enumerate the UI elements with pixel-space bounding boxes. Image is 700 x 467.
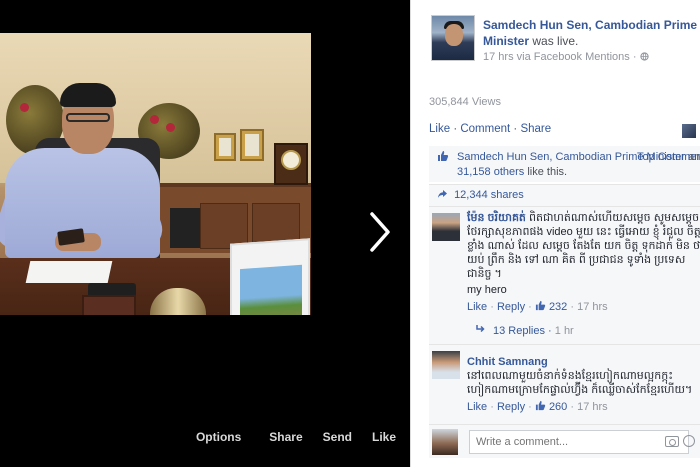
video-desk-calendar <box>230 238 310 315</box>
comment-item: Chhit Samnang នៅពេលណាមួយចំនាក់ទំនងខ្មែរហ… <box>429 344 700 424</box>
comment-body: ម៉ែន ចរិយាគត់ ពិតជាហត់ណាស់ហើយសម្ដេច សូមស… <box>467 211 700 314</box>
video-flower <box>166 123 175 132</box>
meta-separator: · <box>632 51 637 63</box>
comment-composer <box>429 424 700 458</box>
video-paper <box>25 261 113 283</box>
view-count: 305,844 Views <box>429 96 501 108</box>
video-person-glasses <box>66 113 110 122</box>
options-button[interactable]: Options <box>196 430 241 444</box>
commenter-avatar[interactable] <box>432 213 460 241</box>
video-clock <box>274 143 308 185</box>
video-player[interactable] <box>0 33 311 315</box>
shares-count[interactable]: 12,344 shares <box>454 189 524 201</box>
video-box <box>82 295 136 315</box>
share-arrow-icon <box>438 190 447 198</box>
video-monitor <box>170 208 200 248</box>
video-photo-frame <box>240 129 264 161</box>
commenter-avatar[interactable] <box>432 351 460 379</box>
author-avatar[interactable] <box>431 15 475 61</box>
share-link[interactable]: Share <box>520 123 551 135</box>
comment-like-button[interactable]: Like <box>467 301 487 313</box>
author-name-link[interactable]: Samdech Hun Sen, Cambodian Prime Ministe… <box>483 18 697 48</box>
globe-icon <box>639 52 649 61</box>
top-comments-dropdown[interactable]: Top Comments <box>637 150 700 165</box>
video-flower <box>150 115 159 124</box>
comment-reply-button[interactable]: Reply <box>497 401 525 413</box>
thumbs-up-icon <box>535 300 546 311</box>
video-photo-frame <box>214 133 236 161</box>
chevron-right-icon[interactable] <box>364 210 394 254</box>
comment-reply-button[interactable]: Reply <box>497 301 525 313</box>
post-time[interactable]: 17 hrs via Facebook Mentions <box>483 51 630 63</box>
video-send-button[interactable]: Send <box>323 430 352 444</box>
video-action-bar: Options Share Send Like <box>196 430 396 444</box>
comment-body: Chhit Samnang នៅពេលណាមួយចំនាក់ទំនងខ្មែរហ… <box>467 355 700 414</box>
comment-text: នៅពេលណាមួយចំនាក់ទំនងខ្មែរហៀកណាមល្អកក្កុះ… <box>467 370 693 396</box>
post-status: was live. <box>532 34 579 48</box>
author-line: Samdech Hun Sen, Cambodian Prime Ministe… <box>483 17 698 49</box>
commenter-name[interactable]: ម៉ែន ចរិយាគត់ <box>467 212 526 224</box>
video-person-hair <box>60 83 116 107</box>
likes-summary: Samdech Hun Sen, Cambodian Prime Ministe… <box>429 146 700 182</box>
comment-actions: Like · Reply · 232 · 17 hrs <box>467 300 608 313</box>
comment-time[interactable]: 17 hrs <box>577 301 608 313</box>
video-theater: Options Share Send Like <box>0 0 410 467</box>
commenter-name[interactable]: Chhit Samnang <box>467 355 700 369</box>
likes-others-link[interactable]: 31,158 others <box>457 166 524 178</box>
video-like-button[interactable]: Like <box>372 430 396 444</box>
comment-like-count[interactable]: 260 <box>549 401 567 413</box>
viewer-avatar[interactable] <box>432 429 458 455</box>
comment-input[interactable] <box>469 430 689 454</box>
post-meta: 17 hrs via Facebook Mentions · <box>483 51 649 63</box>
video-flower <box>20 103 29 112</box>
action-separator: · <box>513 123 518 135</box>
thumbs-up-icon <box>438 151 449 161</box>
like-link[interactable]: Like <box>429 123 450 135</box>
camera-icon[interactable] <box>665 436 679 447</box>
viewer-avatar[interactable] <box>682 124 696 138</box>
shares-link[interactable]: 12,344 shares <box>429 184 700 206</box>
reply-arrow-icon <box>476 325 485 333</box>
action-separator: · <box>453 123 458 135</box>
replies-time: 1 hr <box>554 325 574 337</box>
post-action-row: Like · Comment · Share <box>429 123 551 135</box>
comment-time[interactable]: 17 hrs <box>577 401 608 413</box>
replies-count[interactable]: 13 Replies <box>493 325 545 337</box>
comment-text-extra: my hero <box>467 284 507 296</box>
view-replies-link[interactable]: 13 Replies · 1 hr <box>429 320 700 344</box>
likes-tail: like this. <box>527 166 568 178</box>
comment-item: ម៉ែន ចរិយាគត់ ពិតជាហត់ណាស់ហើយសម្ដេច សូមស… <box>429 206 700 320</box>
video-share-button[interactable]: Share <box>269 430 302 444</box>
comment-link[interactable]: Comment <box>460 123 510 135</box>
emoji-icon[interactable] <box>683 435 695 447</box>
comment-like-button[interactable]: Like <box>467 401 487 413</box>
post-header: Samdech Hun Sen, Cambodian Prime Ministe… <box>431 15 700 65</box>
comment-like-count[interactable]: 232 <box>549 301 567 313</box>
thumbs-up-icon <box>535 400 546 411</box>
comment-actions: Like · Reply · 260 · 17 hrs <box>467 400 608 413</box>
post-sidebar: Samdech Hun Sen, Cambodian Prime Ministe… <box>410 0 700 467</box>
